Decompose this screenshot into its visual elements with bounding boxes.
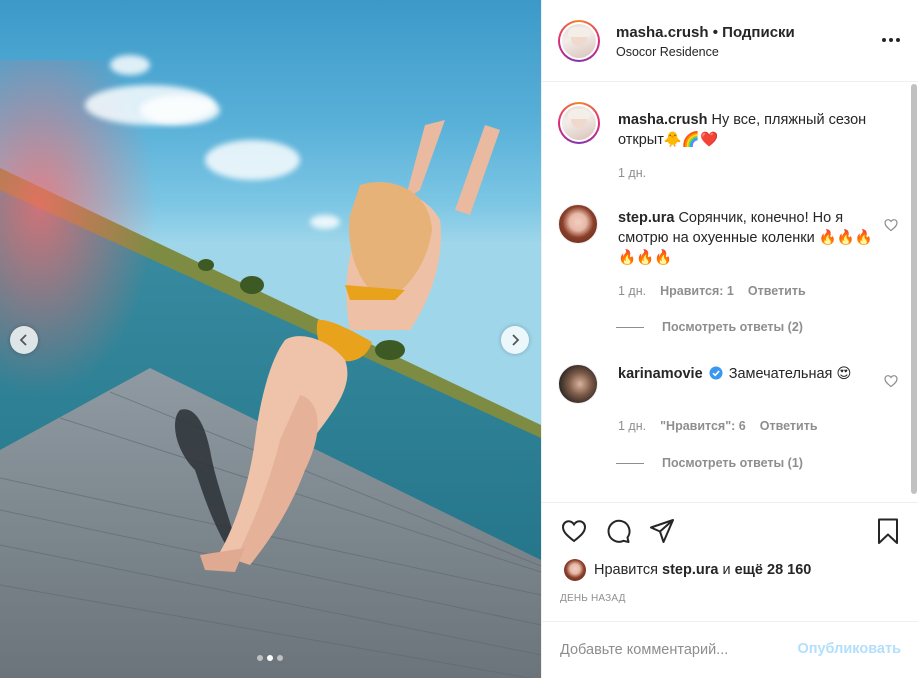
comments-list[interactable]: masha.crush Ну все, пляжный сезон открыт… (542, 82, 918, 502)
heart-icon[interactable] (560, 517, 588, 545)
view-replies-button[interactable]: Посмотреть ответы (2) (616, 320, 803, 334)
comment-like-icon[interactable] (884, 374, 898, 388)
comments-scrollbar[interactable] (910, 82, 918, 502)
carousel-dot-active (267, 655, 273, 661)
caption-username[interactable]: masha.crush (618, 112, 707, 128)
comment-text: step.ura Сорянчик, конечно! Но я смотрю … (618, 208, 880, 268)
replies-divider (616, 326, 644, 328)
bookmark-icon[interactable] (874, 517, 902, 545)
caption-time[interactable]: 1 дн. (618, 166, 646, 180)
carousel-prev-button[interactable] (10, 326, 38, 354)
cloud (140, 95, 220, 125)
liker-avatar[interactable] (564, 559, 586, 581)
caption-avatar[interactable] (558, 102, 600, 144)
comment-text: karinamovie Замечательная 😍 (618, 364, 880, 384)
comment-username[interactable]: step.ura (618, 210, 674, 226)
comment-time[interactable]: 1 дн. (618, 284, 646, 298)
replies-divider (616, 462, 644, 464)
view-replies-button[interactable]: Посмотреть ответы (1) (616, 456, 803, 470)
share-icon[interactable] (648, 517, 676, 545)
add-comment-section: Опубликовать (542, 621, 918, 678)
post-photo[interactable] (0, 0, 541, 678)
view-replies-label: Посмотреть ответы (2) (662, 320, 803, 334)
author-avatar[interactable] (558, 20, 600, 62)
post-date[interactable]: ДЕНЬ НАЗАД (560, 593, 626, 604)
caption-meta: 1 дн. (618, 166, 646, 180)
comment-icon[interactable] (604, 517, 632, 545)
likes-count[interactable]: ещё 28 160 (735, 562, 812, 578)
post-header-user: masha.crush • Подписки (616, 24, 795, 41)
reply-button[interactable]: Ответить (748, 284, 806, 298)
publish-button[interactable]: Опубликовать (797, 641, 901, 657)
comment-item: karinamovie Замечательная 😍 1 дн. "Нрави… (558, 362, 898, 462)
comment-meta: 1 дн. "Нравится": 6 Ответить (618, 419, 818, 433)
carousel-dot (257, 655, 263, 661)
more-horizontal-icon[interactable] (881, 34, 901, 46)
scrollbar-thumb[interactable] (911, 84, 917, 494)
post-actions: Нравится step.ura и ещё 28 160 ДЕНЬ НАЗА… (542, 502, 918, 622)
comment-body: Замечательная 😍 (728, 366, 852, 382)
comment-username[interactable]: karinamovie (618, 366, 703, 382)
carousel-next-button[interactable] (501, 326, 529, 354)
chevron-left-icon (19, 334, 27, 346)
likes-middle: и (722, 562, 731, 578)
caption-text: masha.crush Ну все, пляжный сезон открыт… (618, 110, 880, 150)
author-username[interactable]: masha.crush (616, 24, 709, 41)
cloud (205, 140, 300, 180)
post-location[interactable]: Osocor Residence (616, 45, 719, 59)
verified-badge-icon (709, 366, 723, 380)
comment-avatar[interactable] (558, 204, 598, 244)
comment-input[interactable] (560, 639, 790, 661)
photo-scene (0, 60, 541, 678)
comment-likes[interactable]: "Нравится": 6 (660, 419, 746, 433)
carousel-dot (277, 655, 283, 661)
view-replies-label: Посмотреть ответы (1) (662, 456, 803, 470)
likes-prefix: Нравится (594, 562, 658, 578)
cloud (110, 55, 150, 75)
likes-summary: Нравится step.ura и ещё 28 160 (564, 559, 811, 581)
comment-like-icon[interactable] (884, 218, 898, 232)
cloud (310, 215, 340, 229)
caption-item: masha.crush Ну все, пляжный сезон открыт… (558, 102, 898, 182)
post-header: masha.crush • Подписки Osocor Residence (542, 0, 918, 82)
follow-button[interactable]: Подписки (722, 24, 795, 41)
comment-avatar[interactable] (558, 364, 598, 404)
comment-likes[interactable]: Нравится: 1 (660, 284, 734, 298)
comment-meta: 1 дн. Нравится: 1 Ответить (618, 284, 806, 298)
chevron-right-icon (512, 334, 520, 346)
reply-button[interactable]: Ответить (760, 419, 818, 433)
post-sidebar: masha.crush • Подписки Osocor Residence … (541, 0, 918, 678)
separator-dot: • (712, 24, 718, 41)
carousel-indicator (257, 655, 283, 661)
liker-username[interactable]: step.ura (662, 562, 718, 578)
comment-time[interactable]: 1 дн. (618, 419, 646, 433)
